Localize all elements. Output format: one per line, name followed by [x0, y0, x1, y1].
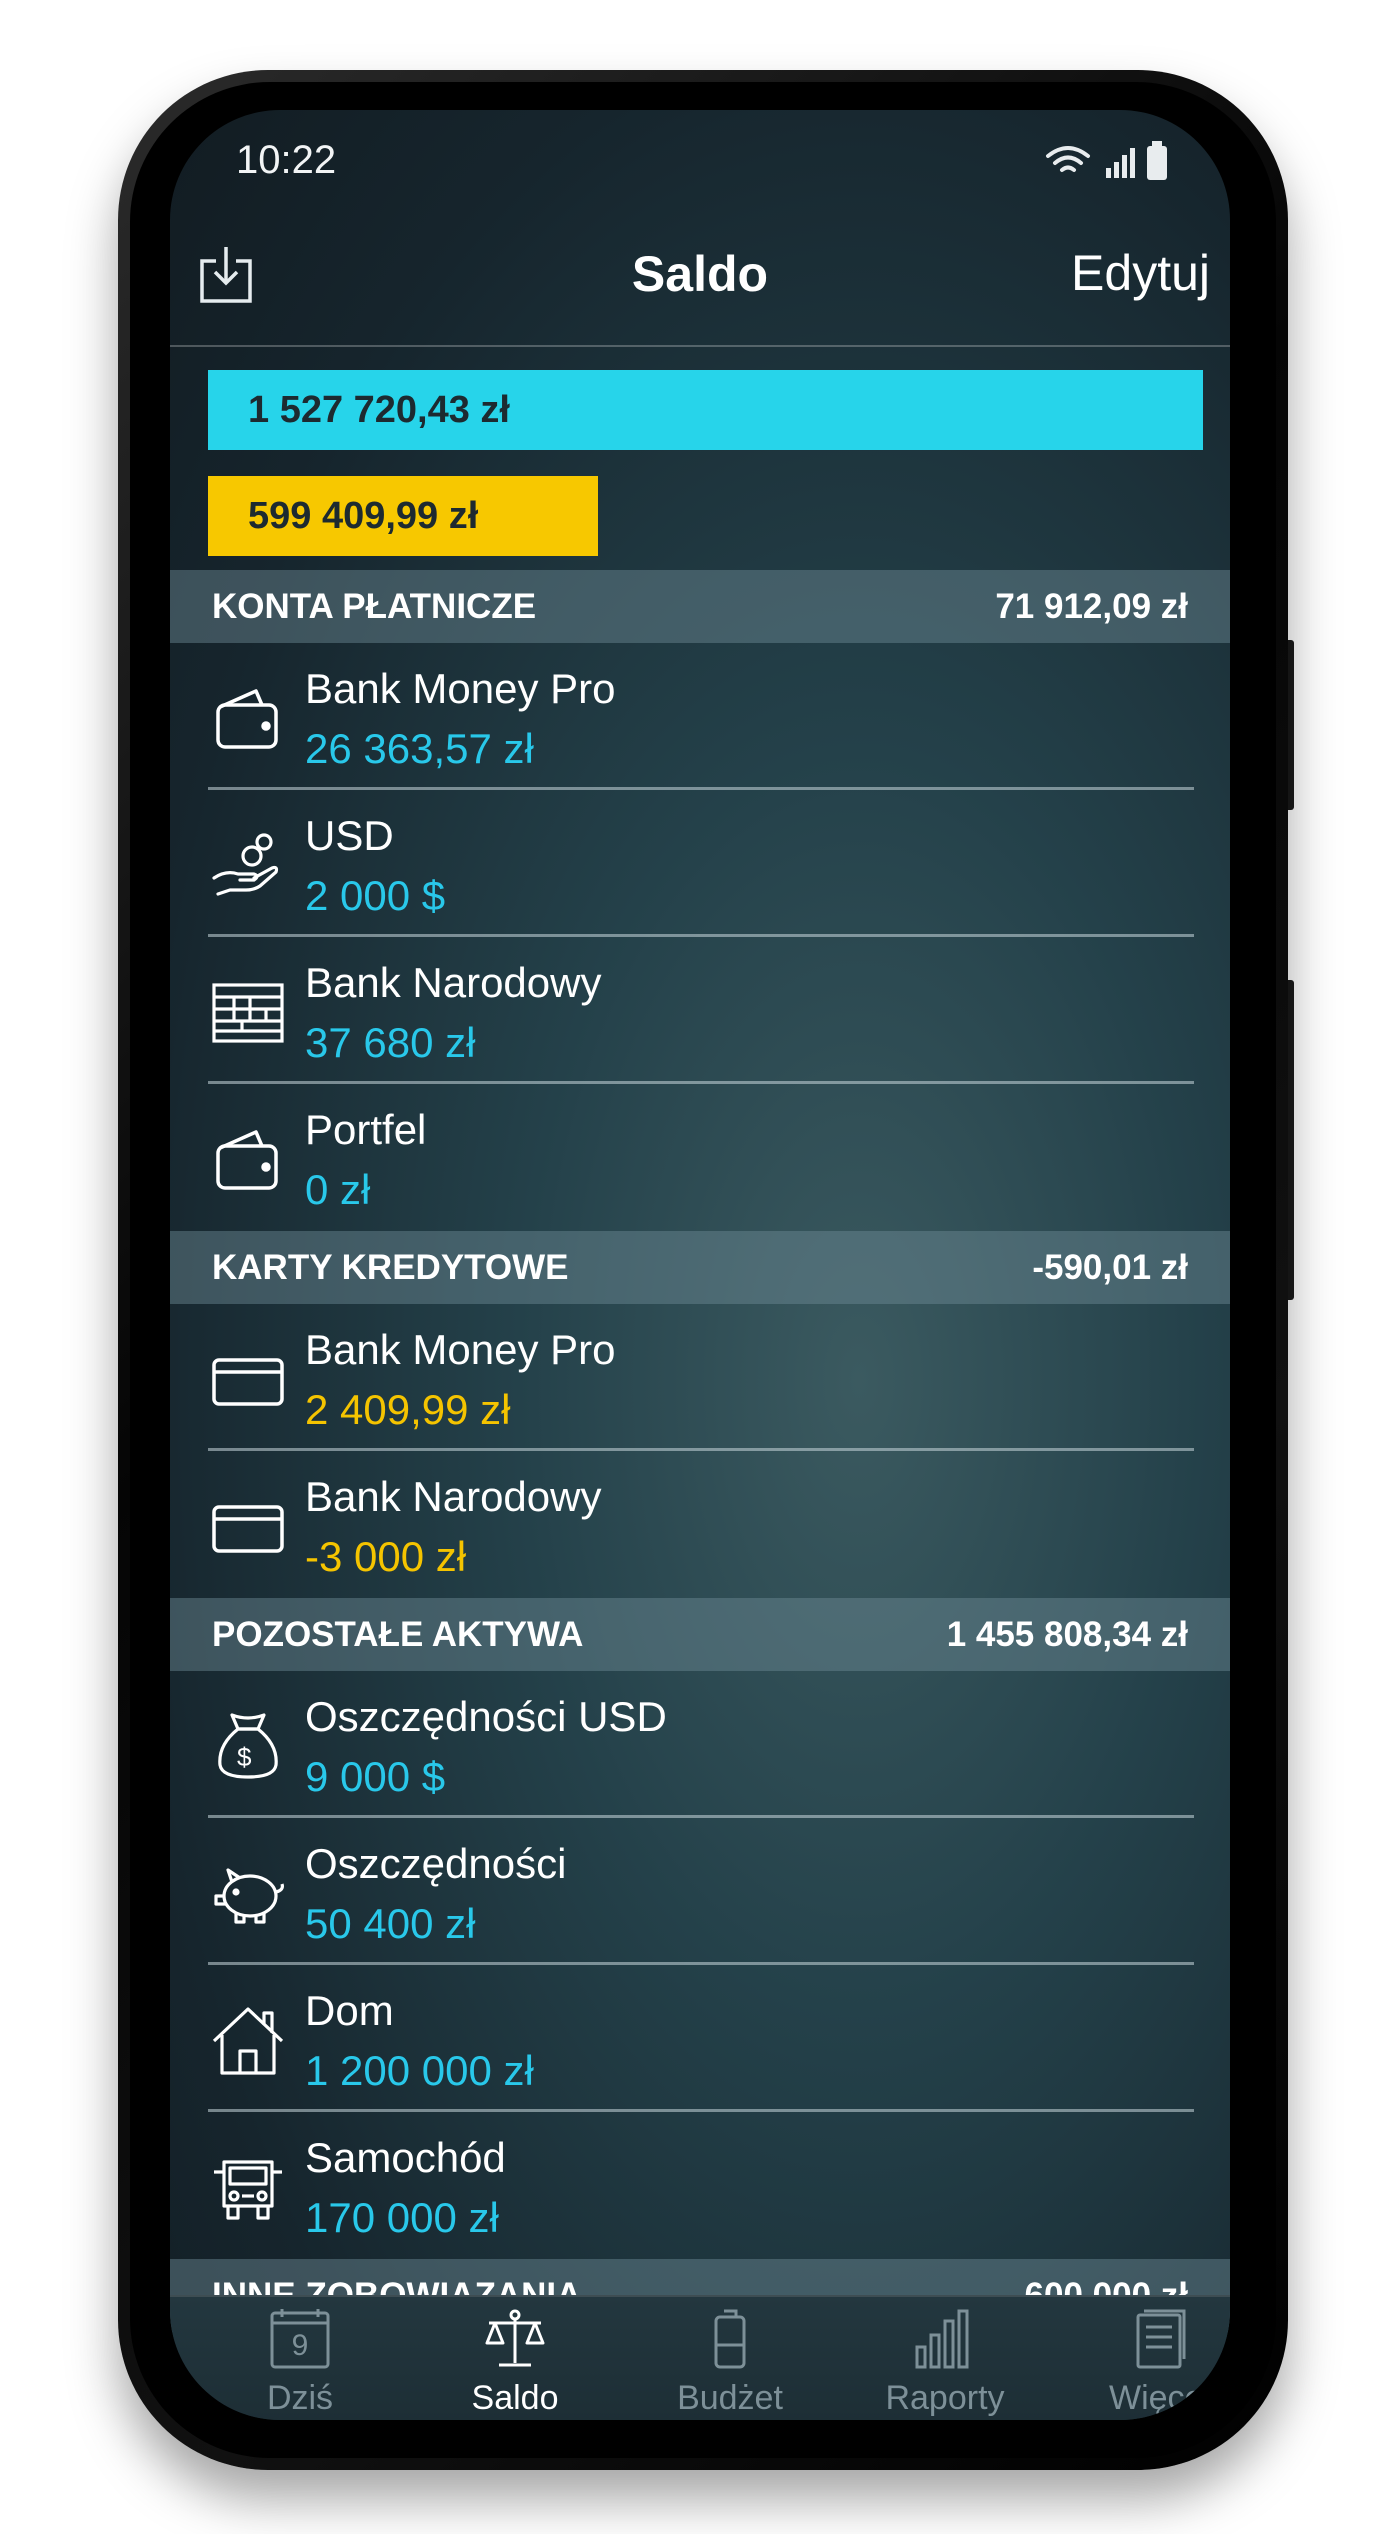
section-total: 1 455 808,34 zł: [946, 1615, 1188, 1654]
account-name: Oszczędności: [305, 1840, 567, 1887]
edit-button[interactable]: Edytuj: [1071, 244, 1210, 302]
account-balance: 0 zł: [305, 1166, 371, 1213]
tab-label: Saldo: [471, 2379, 559, 2417]
tab-bar: 9 Dziś Saldo Budżet Raporty Więcej: [170, 2295, 1230, 2420]
account-name: Bank Money Pro: [305, 665, 616, 712]
tab-label: Więcej: [1108, 2379, 1212, 2417]
tab-label: Budżet: [677, 2379, 783, 2417]
account-balance: 2 409,99 zł: [305, 1386, 511, 1433]
status-time: 10:22: [236, 138, 337, 182]
tab-today[interactable]: 9 Dziś: [200, 2297, 400, 2420]
account-balance: 9 000 $: [305, 1753, 446, 1800]
account-name: USD: [305, 812, 394, 859]
account-balance: 170 000 zł: [305, 2194, 499, 2241]
account-row[interactable]: Dom 1 200 000 zł: [170, 1965, 1230, 2112]
account-row[interactable]: Samochód 170 000 zł: [170, 2112, 1230, 2259]
account-balance: 26 363,57 zł: [305, 725, 534, 772]
tab-budget[interactable]: Budżet: [630, 2297, 830, 2420]
account-name: Bank Money Pro: [305, 1326, 616, 1373]
account-row[interactable]: Portfel 0 zł: [170, 1084, 1230, 1231]
account-row[interactable]: Bank Money Pro 2 409,99 zł: [170, 1304, 1230, 1451]
account-balance: -3 000 zł: [305, 1533, 467, 1580]
account-name: Bank Narodowy: [305, 959, 602, 1006]
account-balance: 50 400 zł: [305, 1900, 476, 1947]
tab-more[interactable]: Więcej: [1060, 2297, 1230, 2420]
header-divider: [170, 345, 1230, 347]
section-name: KONTA PŁATNICZE: [212, 587, 537, 626]
account-name: Oszczędności USD: [305, 1693, 667, 1740]
account-name: Bank Narodowy: [305, 1473, 602, 1520]
document-icon: [1128, 2307, 1192, 2371]
house-icon: [210, 2003, 286, 2079]
credit-card-icon: [210, 1489, 286, 1565]
section-name: KARTY KREDYTOWE: [212, 1248, 569, 1287]
account-balance: 2 000 $: [305, 872, 446, 919]
section-header-credit-cards[interactable]: KARTY KREDYTOWE -590,01 zł: [170, 1231, 1230, 1304]
scales-icon: [483, 2307, 547, 2371]
section-total: -590,01 zł: [1032, 1248, 1188, 1287]
car-icon: [210, 2150, 286, 2226]
wallet-icon: [210, 1122, 286, 1198]
account-balance: 37 680 zł: [305, 1019, 476, 1066]
section-header-other-assets[interactable]: POZOSTAŁE AKTYWA 1 455 808,34 zł: [170, 1598, 1230, 1671]
money-bag-icon: $: [210, 1709, 286, 1785]
account-row[interactable]: USD 2 000 $: [170, 790, 1230, 937]
app-screen: 10:22 Saldo Edytuj 1 527 720,43 zł 599 4…: [170, 110, 1230, 2420]
wallet-icon: [210, 681, 286, 757]
calendar-day: 9: [291, 2329, 309, 2362]
account-name: Samochód: [305, 2134, 506, 2181]
account-balance: 1 200 000 zł: [305, 2047, 534, 2094]
account-row[interactable]: Bank Narodowy -3 000 zł: [170, 1451, 1230, 1598]
account-row[interactable]: Bank Narodowy 37 680 zł: [170, 937, 1230, 1084]
account-name: Portfel: [305, 1106, 427, 1153]
section-header-payment-accounts[interactable]: KONTA PŁATNICZE 71 912,09 zł: [170, 570, 1230, 643]
status-icons: [1044, 138, 1174, 184]
section-total: 71 912,09 zł: [995, 587, 1188, 626]
tab-balance[interactable]: Saldo: [415, 2297, 615, 2420]
piggy-bank-icon: [210, 1856, 286, 1932]
battery-icon: [698, 2307, 762, 2371]
account-row[interactable]: Oszczędności 50 400 zł: [170, 1818, 1230, 1965]
bar-chart-icon: [913, 2307, 977, 2371]
assets-total-bar: 1 527 720,43 zł: [208, 370, 1203, 450]
battery-status-icon: [1147, 141, 1167, 180]
account-row[interactable]: Bank Money Pro 26 363,57 zł: [170, 643, 1230, 790]
tab-label: Dziś: [266, 2379, 334, 2417]
section-name: POZOSTAŁE AKTYWA: [212, 1615, 584, 1654]
liabilities-total-bar: 599 409,99 zł: [208, 476, 598, 556]
tab-label: Raporty: [885, 2379, 1005, 2417]
account-row[interactable]: $ Oszczędności USD 9 000 $: [170, 1671, 1230, 1818]
calendar-icon: 9: [268, 2307, 332, 2371]
bank-icon: [210, 975, 286, 1051]
wifi-icon: [1046, 146, 1090, 172]
account-name: Dom: [305, 1987, 394, 2034]
signal-icon: [1106, 148, 1135, 178]
coins-hand-icon: [210, 828, 286, 904]
credit-card-icon: [210, 1342, 286, 1418]
tab-reports[interactable]: Raporty: [845, 2297, 1045, 2420]
